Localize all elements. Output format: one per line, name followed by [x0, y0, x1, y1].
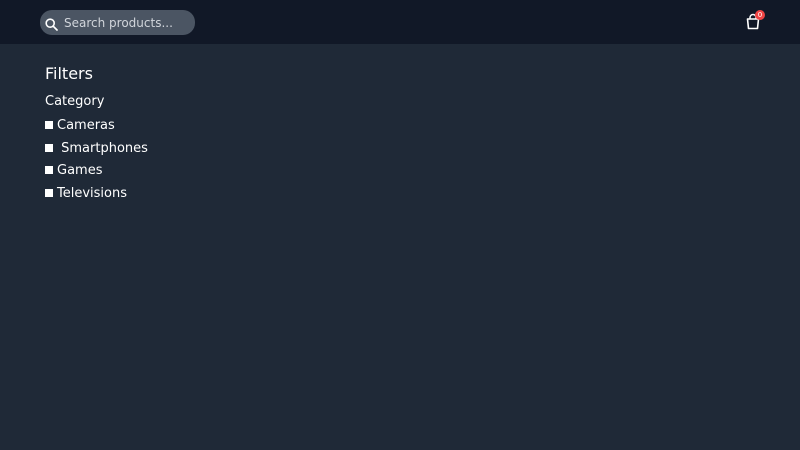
category-item-televisions[interactable]: Televisions	[45, 185, 155, 203]
category-label: Cameras	[57, 118, 115, 133]
category-checkbox[interactable]	[45, 121, 53, 129]
category-checkbox[interactable]	[45, 143, 53, 152]
category-item-cameras[interactable]: Cameras	[45, 117, 155, 135]
filters-panel: Filters Category Cameras Smartphones Gam…	[45, 64, 155, 207]
category-label: Games	[57, 163, 103, 178]
category-item-games[interactable]: Games	[45, 162, 155, 180]
category-checkbox[interactable]	[45, 188, 53, 197]
category-checkbox[interactable]	[45, 166, 53, 174]
top-header: 0	[0, 0, 800, 44]
category-label: Smartphones	[61, 140, 148, 156]
cart-count-badge: 0	[755, 10, 765, 20]
category-label: Televisions	[57, 185, 127, 201]
filters-title: Filters	[45, 64, 93, 83]
category-list: Cameras Smartphones Games Televisions	[45, 117, 155, 203]
search-input[interactable]	[64, 12, 189, 33]
search-icon	[45, 16, 58, 31]
search-bar[interactable]	[40, 10, 195, 35]
category-heading: Category	[45, 94, 105, 109]
category-item-smartphones[interactable]: Smartphones	[45, 140, 155, 158]
